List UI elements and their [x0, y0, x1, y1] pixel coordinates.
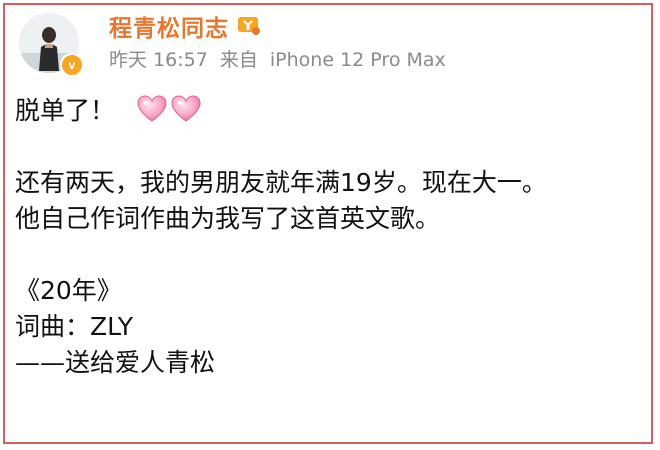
pink-heart-icon	[137, 95, 167, 122]
screenshot-frame: v 程青松同志 昨天 16:57 来自 iPhone 12 Pro Max 脱单…	[3, 3, 653, 444]
post-text: 脱单了！	[15, 96, 116, 125]
post-line-1: 脱单了！	[15, 93, 641, 129]
avatar[interactable]: v	[19, 13, 84, 77]
post-source-prefix: 来自	[219, 49, 258, 71]
vip-badge-icon[interactable]	[235, 16, 261, 36]
pink-heart-icon	[171, 95, 201, 122]
post-line-2: 还有两天，我的男朋友就年满19岁。现在大一。	[15, 168, 547, 197]
post-line-3: 他自己作词作曲为我写了这首英文歌。	[15, 204, 441, 233]
username-row: 程青松同志	[109, 9, 261, 43]
post-time: 昨天 16:57	[109, 49, 208, 71]
post-line-4: 《20年》	[15, 276, 122, 305]
post-body: 脱单了！ 还有两天，我的男朋友就年满19岁。现在大一。 他自己作词作曲为我写了这…	[15, 93, 641, 381]
post-device[interactable]: iPhone 12 Pro Max	[270, 49, 446, 71]
post-line-6: ——送给爱人青松	[15, 348, 216, 377]
heart-emojis	[137, 95, 205, 123]
verified-badge-icon: v	[60, 53, 84, 77]
post-header: v 程青松同志 昨天 16:57 来自 iPhone 12 Pro Max	[13, 13, 643, 83]
post-meta: 昨天 16:57 来自 iPhone 12 Pro Max	[109, 45, 452, 72]
post-line-5: 词曲：ZLY	[15, 312, 134, 341]
username-link[interactable]: 程青松同志	[109, 9, 229, 43]
